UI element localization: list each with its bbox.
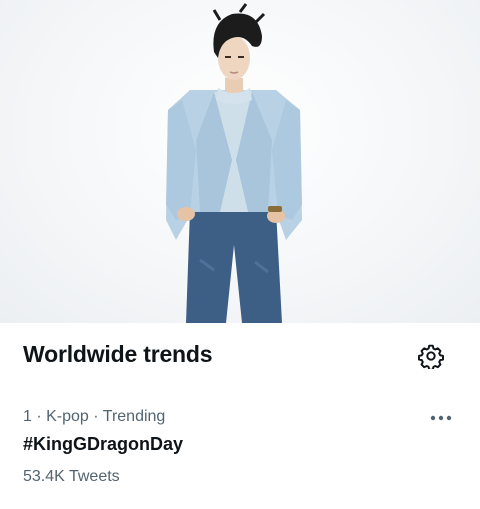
hero-photo (0, 0, 480, 323)
meta-separator: · (88, 408, 103, 425)
settings-button[interactable] (415, 340, 447, 372)
gear-icon (418, 344, 444, 369)
trend-meta: 1 · K-pop · Trending (23, 408, 165, 426)
more-dots-icon (430, 415, 452, 421)
trend-hashtag[interactable]: #KingGDragonDay (23, 434, 183, 455)
trend-status: Trending (102, 408, 166, 425)
meta-separator: · (31, 408, 47, 425)
trend-rank: 1 (23, 408, 32, 425)
more-button[interactable] (425, 406, 457, 430)
trend-item[interactable]: 1 · K-pop · Trending #KingGDragonDay 53.… (0, 398, 480, 498)
trends-header: Worldwide trends (0, 323, 480, 389)
tweet-count: 53.4K Tweets (23, 468, 120, 485)
trend-category: K-pop (46, 408, 89, 425)
person-photo-illustration (166, 3, 302, 323)
page-title: Worldwide trends (23, 341, 213, 367)
